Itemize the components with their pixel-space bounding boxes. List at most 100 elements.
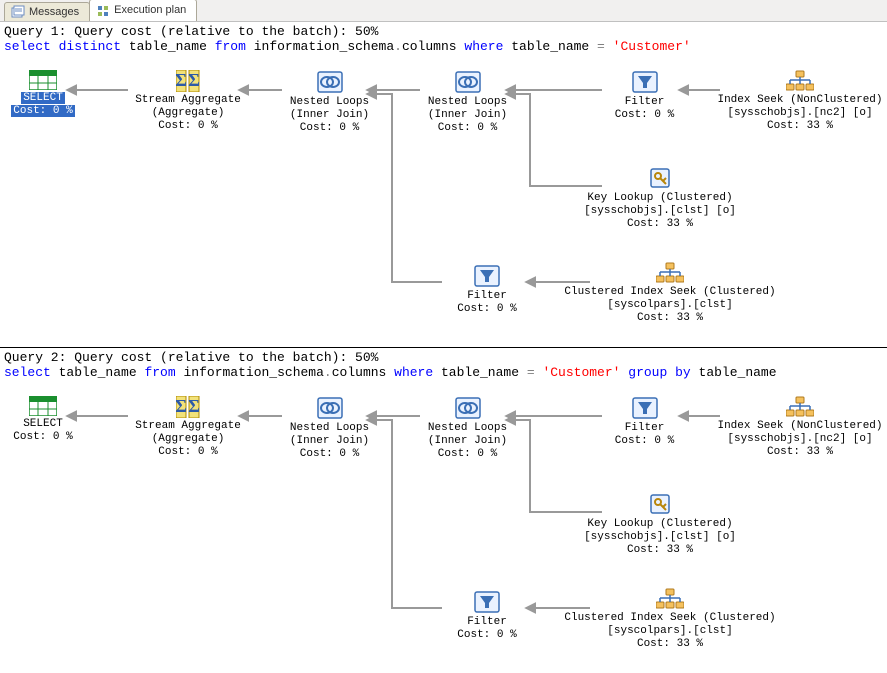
node-nested-loops-1[interactable]: Nested Loops (Inner Join) Cost: 0 % bbox=[282, 396, 377, 461]
sql-keyword: group bbox=[628, 365, 667, 380]
sql-dot: . bbox=[324, 365, 332, 380]
node-title: Clustered Index Seek (Clustered) bbox=[560, 286, 780, 299]
query2-cost-line: Query 2: Query cost (relative to the bat… bbox=[4, 350, 378, 365]
node-cost: Cost: 0 % bbox=[282, 122, 377, 135]
sql-col: table_name bbox=[441, 365, 519, 380]
sql-op: = bbox=[597, 39, 605, 54]
sql-keyword: select bbox=[4, 39, 51, 54]
sql-col: table_name bbox=[511, 39, 589, 54]
node-filter-2[interactable]: Filter Cost: 0 % bbox=[442, 264, 532, 316]
node-title: Filter bbox=[442, 616, 532, 629]
node-sub: [sysschobjs].[nc2] [o] bbox=[715, 433, 885, 446]
node-cost: Cost: 0 % bbox=[420, 448, 515, 461]
node-title: Nested Loops bbox=[282, 422, 377, 435]
node-sub: [sysschobjs].[nc2] [o] bbox=[715, 107, 885, 120]
node-sub: (Inner Join) bbox=[420, 435, 515, 448]
result-tabs: Messages Execution plan bbox=[0, 0, 887, 22]
node-title: Key Lookup (Clustered) bbox=[575, 192, 745, 205]
node-index-seek[interactable]: Index Seek (NonClustered) [sysschobjs].[… bbox=[715, 70, 885, 133]
node-stream-aggregate[interactable]: Stream Aggregate (Aggregate) Cost: 0 % bbox=[128, 70, 248, 133]
node-cost: Cost: 0 % bbox=[128, 446, 248, 459]
tab-messages[interactable]: Messages bbox=[4, 2, 90, 21]
node-title: SELECT bbox=[10, 418, 76, 431]
node-stream-aggregate[interactable]: Stream Aggregate (Aggregate) Cost: 0 % bbox=[128, 396, 248, 459]
query2-block: Query 2: Query cost (relative to the bat… bbox=[0, 347, 887, 673]
node-title: Stream Aggregate bbox=[128, 94, 248, 107]
execution-plan-panel: Query 1: Query cost (relative to the bat… bbox=[0, 22, 887, 673]
messages-icon bbox=[11, 5, 25, 19]
sql-col: table_name bbox=[59, 365, 137, 380]
sql-col: table_name bbox=[699, 365, 777, 380]
node-cost: Cost: 33 % bbox=[560, 312, 780, 325]
node-clustered-index-seek[interactable]: Clustered Index Seek (Clustered) [syscol… bbox=[560, 588, 780, 651]
sql-keyword: distinct bbox=[59, 39, 121, 54]
sql-ident: information_schema bbox=[254, 39, 394, 54]
query2-plan-canvas[interactable]: SELECT Cost: 0 % Stream Aggregate (Aggre… bbox=[0, 380, 887, 673]
query1-plan-canvas[interactable]: SELECT Cost: 0 % Stream Aggregate (Aggre… bbox=[0, 54, 887, 347]
node-sub: (Aggregate) bbox=[128, 107, 248, 120]
tab-messages-label: Messages bbox=[29, 6, 79, 19]
sql-keyword: from bbox=[215, 39, 246, 54]
node-cost: Cost: 33 % bbox=[575, 218, 745, 231]
node-cost: Cost: 0 % bbox=[282, 448, 377, 461]
node-sub: [sysschobjs].[clst] [o] bbox=[575, 531, 745, 544]
sql-op: = bbox=[527, 365, 535, 380]
tab-plan-label: Execution plan bbox=[114, 4, 186, 17]
sql-keyword: where bbox=[464, 39, 503, 54]
node-cost: Cost: 33 % bbox=[715, 120, 885, 133]
node-nested-loops-2[interactable]: Nested Loops (Inner Join) Cost: 0 % bbox=[420, 70, 515, 135]
sql-keyword: from bbox=[144, 365, 175, 380]
node-sub: (Inner Join) bbox=[282, 109, 377, 122]
node-cost: Cost: 33 % bbox=[715, 446, 885, 459]
node-cost: Cost: 33 % bbox=[560, 638, 780, 651]
node-nested-loops-2[interactable]: Nested Loops (Inner Join) Cost: 0 % bbox=[420, 396, 515, 461]
node-title: Filter bbox=[442, 290, 532, 303]
sql-literal: 'Customer' bbox=[542, 365, 620, 380]
node-title: Stream Aggregate bbox=[128, 420, 248, 433]
node-filter-1[interactable]: Filter Cost: 0 % bbox=[602, 70, 687, 122]
tab-execution-plan[interactable]: Execution plan bbox=[89, 0, 197, 21]
node-title: Filter bbox=[602, 96, 687, 109]
sql-ident: columns bbox=[402, 39, 457, 54]
node-filter-1[interactable]: Filter Cost: 0 % bbox=[602, 396, 687, 448]
node-filter-2[interactable]: Filter Cost: 0 % bbox=[442, 590, 532, 642]
node-key-lookup[interactable]: Key Lookup (Clustered) [sysschobjs].[cls… bbox=[575, 166, 745, 231]
sql-dot: . bbox=[394, 39, 402, 54]
node-sub: (Inner Join) bbox=[420, 109, 515, 122]
node-cost: Cost: 0 % bbox=[442, 629, 532, 642]
node-title: Key Lookup (Clustered) bbox=[575, 518, 745, 531]
query2-header: Query 2: Query cost (relative to the bat… bbox=[0, 348, 887, 380]
node-title: Nested Loops bbox=[282, 96, 377, 109]
sql-keyword: by bbox=[675, 365, 691, 380]
query1-block: Query 1: Query cost (relative to the bat… bbox=[0, 22, 887, 347]
execution-plan-icon bbox=[96, 4, 110, 18]
node-cost: Cost: 33 % bbox=[575, 544, 745, 557]
sql-keyword: where bbox=[394, 365, 433, 380]
sql-col: table_name bbox=[129, 39, 207, 54]
node-title: SELECT bbox=[21, 92, 65, 104]
node-sub: [syscolpars].[clst] bbox=[560, 299, 780, 312]
sql-literal: 'Customer' bbox=[613, 39, 691, 54]
node-sub: (Inner Join) bbox=[282, 435, 377, 448]
node-clustered-index-seek[interactable]: Clustered Index Seek (Clustered) [syscol… bbox=[560, 262, 780, 325]
node-title: Index Seek (NonClustered) bbox=[715, 94, 885, 107]
node-cost: Cost: 0 % bbox=[11, 105, 74, 117]
node-cost: Cost: 0 % bbox=[442, 303, 532, 316]
node-title: Nested Loops bbox=[420, 96, 515, 109]
sql-keyword: select bbox=[4, 365, 51, 380]
node-select[interactable]: SELECT Cost: 0 % bbox=[10, 70, 76, 118]
node-cost: Cost: 0 % bbox=[602, 435, 687, 448]
node-cost: Cost: 0 % bbox=[602, 109, 687, 122]
node-cost: Cost: 0 % bbox=[128, 120, 248, 133]
node-index-seek[interactable]: Index Seek (NonClustered) [sysschobjs].[… bbox=[715, 396, 885, 459]
sql-ident: columns bbox=[332, 365, 387, 380]
node-select[interactable]: SELECT Cost: 0 % bbox=[10, 396, 76, 444]
node-sub: (Aggregate) bbox=[128, 433, 248, 446]
node-cost: Cost: 0 % bbox=[10, 431, 76, 444]
query1-header: Query 1: Query cost (relative to the bat… bbox=[0, 22, 887, 54]
node-key-lookup[interactable]: Key Lookup (Clustered) [sysschobjs].[cls… bbox=[575, 492, 745, 557]
node-title: Index Seek (NonClustered) bbox=[715, 420, 885, 433]
node-title: Filter bbox=[602, 422, 687, 435]
node-nested-loops-1[interactable]: Nested Loops (Inner Join) Cost: 0 % bbox=[282, 70, 377, 135]
node-sub: [sysschobjs].[clst] [o] bbox=[575, 205, 745, 218]
